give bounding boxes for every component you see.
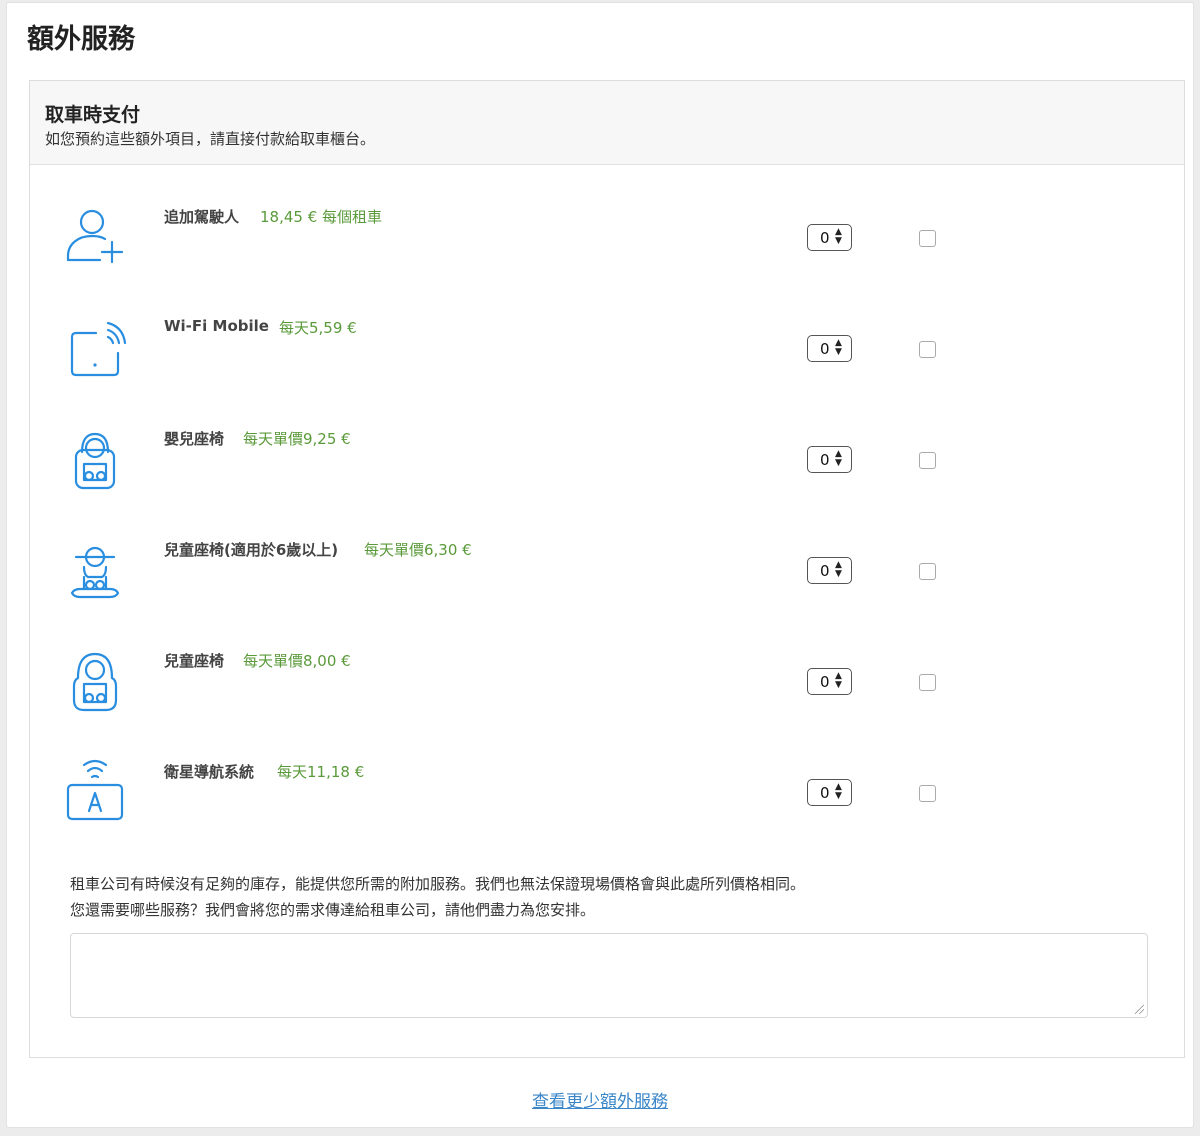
quantity-select[interactable]: 0 ▲ ▼ [807, 446, 852, 473]
extra-row-wifi: Wi-Fi Mobile 每天5,59 € 0 ▲ ▼ [30, 295, 1184, 405]
quantity-value: 0 [820, 229, 830, 247]
updown-arrows-icon: ▲ ▼ [835, 449, 842, 468]
extra-label: Wi-Fi Mobile [164, 317, 269, 335]
child-seat-icon [62, 648, 128, 714]
extra-row-gps: 衛星導航系統 每天11,18 € 0 ▲ ▼ [30, 739, 1184, 849]
extra-price: 每天單價8,00 € [243, 652, 351, 670]
extra-price: 每天5,59 € [279, 319, 357, 337]
infant-seat-icon [62, 426, 128, 492]
resize-grip-icon[interactable] [1135, 1005, 1144, 1014]
updown-arrows-icon: ▲ ▼ [835, 338, 842, 357]
quantity-value: 0 [820, 562, 830, 580]
quantity-select[interactable]: 0 ▲ ▼ [807, 668, 852, 695]
quantity-select[interactable]: 0 ▲ ▼ [807, 557, 852, 584]
extra-price: 18,45 € 每個租車 [260, 208, 383, 226]
extra-checkbox[interactable] [919, 563, 936, 580]
panel-subtitle: 如您預約這些額外項目，請直接付款給取車櫃台。 [45, 130, 376, 148]
extra-row-child-seat: 兒童座椅 每天單價8,00 € 0 ▲ ▼ [30, 628, 1184, 738]
extra-row-infant-seat: 嬰兒座椅 每天單價9,25 € 0 ▲ ▼ [30, 406, 1184, 516]
show-fewer-extras-link[interactable]: 查看更少額外服務 [7, 1087, 1193, 1112]
extra-row-additional-driver: 追加駕駛人 18,45 € 每個租車 0 ▲ ▼ [30, 184, 1184, 294]
extra-label: 兒童座椅(適用於6歲以上) [164, 541, 339, 559]
extra-row-booster-seat: 兒童座椅(適用於6歲以上) 每天單價6,30 € 0 ▲ ▼ [30, 517, 1184, 627]
extra-price: 每天單價9,25 € [243, 430, 351, 448]
note-line-2: 您還需要哪些服務？我們會將您的需求傳達給租車公司，請他們盡力為您安排。 [70, 901, 596, 919]
panel-title: 取車時支付 [45, 104, 141, 126]
note-line-1: 租車公司有時候沒有足夠的庫存，能提供您所需的附加服務。我們也無法保證現場價格會與… [70, 875, 806, 893]
quantity-value: 0 [820, 451, 830, 469]
extra-label: 兒童座椅 [164, 652, 225, 670]
extra-price: 每天單價6,30 € [364, 541, 472, 559]
quantity-value: 0 [820, 340, 830, 358]
availability-note: 租車公司有時候沒有足夠的庫存，能提供您所需的附加服務。我們也無法保證現場價格會與… [70, 871, 805, 923]
extra-label: 追加駕駛人 [164, 208, 240, 226]
updown-arrows-icon: ▲ ▼ [835, 227, 842, 246]
quantity-select[interactable]: 0 ▲ ▼ [807, 779, 852, 806]
panel-header: 取車時支付 如您預約這些額外項目，請直接付款給取車櫃台。 [30, 81, 1184, 165]
pay-at-pickup-panel: 取車時支付 如您預約這些額外項目，請直接付款給取車櫃台。 追加駕駛人 18,45… [29, 80, 1185, 1058]
extra-checkbox[interactable] [919, 674, 936, 691]
quantity-value: 0 [820, 784, 830, 802]
extra-price: 每天11,18 € [277, 763, 365, 781]
extra-checkbox[interactable] [919, 785, 936, 802]
special-request-textarea[interactable] [70, 933, 1148, 1018]
add-driver-icon [62, 204, 128, 270]
updown-arrows-icon: ▲ ▼ [835, 782, 842, 801]
updown-arrows-icon: ▲ ▼ [835, 671, 842, 690]
quantity-value: 0 [820, 673, 830, 691]
extra-label: 衛星導航系統 [164, 763, 255, 781]
extra-label: 嬰兒座椅 [164, 430, 225, 448]
page-title: 額外服務 [27, 24, 135, 55]
extra-checkbox[interactable] [919, 452, 936, 469]
extra-checkbox[interactable] [919, 341, 936, 358]
quantity-select[interactable]: 0 ▲ ▼ [807, 224, 852, 251]
booster-seat-icon [62, 537, 128, 603]
updown-arrows-icon: ▲ ▼ [835, 560, 842, 579]
gps-navigation-icon [62, 759, 128, 825]
wifi-device-icon [62, 315, 128, 381]
extra-checkbox[interactable] [919, 230, 936, 247]
quantity-select[interactable]: 0 ▲ ▼ [807, 335, 852, 362]
extras-card: 額外服務 取車時支付 如您預約這些額外項目，請直接付款給取車櫃台。 追加駕駛人 … [6, 2, 1194, 1128]
